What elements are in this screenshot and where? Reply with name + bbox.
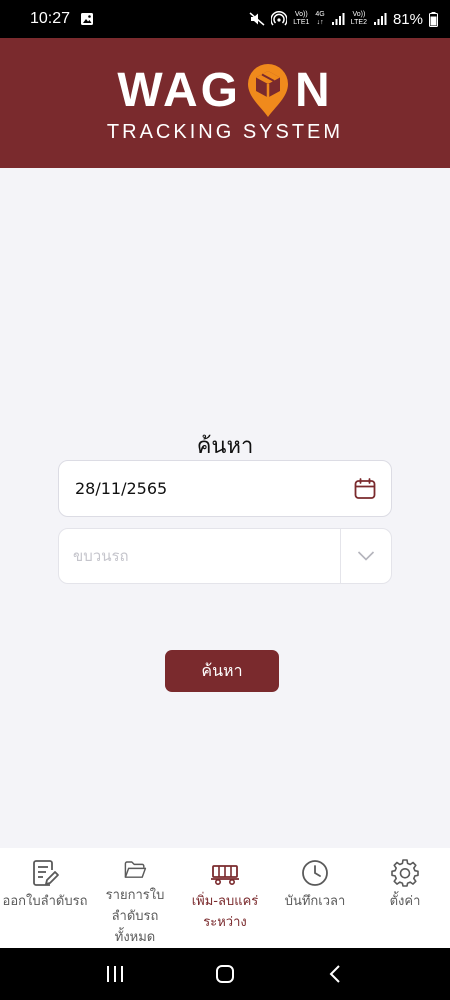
nav-label: ออกใบลำดับรถ: [2, 894, 88, 909]
nav-label-line1: รายการใบ: [105, 888, 165, 903]
nav-label-line3: ทั้งหมด: [114, 930, 156, 945]
date-picker-field[interactable]: 28/11/2565: [58, 460, 392, 517]
nav-label-line2: ระหว่าง: [203, 915, 247, 930]
recent-apps-icon: [107, 966, 123, 982]
nav-item-add-remove-cars[interactable]: เพิ่ม-ลบแคร่ ระหว่าง: [180, 848, 270, 948]
network-type: 4G ↓↑: [315, 11, 325, 26]
volte1-indicator: Vo)) LTE1: [293, 11, 310, 26]
clock-icon: [302, 860, 328, 886]
battery-icon: [429, 11, 438, 27]
gallery-icon: [81, 13, 94, 25]
search-button[interactable]: ค้นหา: [165, 650, 279, 692]
status-time: 10:27: [30, 10, 71, 27]
status-bar: 10:27 Vo)) LTE1 4G ↓↑ Vo)) LTE2 81%: [0, 0, 450, 38]
logo-pin-box-icon: [247, 63, 288, 117]
train-select-placeholder: ขบวนรถ: [73, 547, 129, 565]
nav-label-line1: เพิ่ม-ลบแคร่: [191, 894, 259, 909]
recent-apps-button[interactable]: [95, 954, 135, 994]
home-button[interactable]: [205, 954, 245, 994]
nav-item-record-time[interactable]: บันทึกเวลา: [270, 848, 360, 948]
mute-icon: [249, 12, 265, 26]
edit-document-icon: [33, 860, 59, 886]
battery-percent: 81%: [392, 10, 423, 28]
nav-label-line2: ลำดับรถ: [111, 909, 159, 924]
back-button[interactable]: [315, 954, 355, 994]
nav-item-all-orders[interactable]: รายการใบ ลำดับรถ ทั้งหมด: [90, 848, 180, 948]
logo: WAG N: [117, 63, 332, 119]
system-nav-bar: [0, 948, 450, 1000]
signal2-icon: [373, 13, 387, 25]
bottom-nav: ออกใบลำดับรถ รายการใบ ลำดับรถ ทั้งหมด เพ…: [0, 848, 450, 948]
date-value: 28/11/2565: [75, 479, 168, 498]
logo-text-right: N: [294, 63, 333, 117]
home-icon: [216, 965, 234, 983]
train-car-icon: [211, 865, 239, 885]
nav-item-issue-order[interactable]: ออกใบลำดับรถ: [0, 848, 90, 948]
nav-label: บันทึกเวลา: [284, 894, 346, 909]
logo-subtitle: TRACKING SYSTEM: [106, 120, 344, 143]
hotspot-icon: [271, 11, 288, 26]
signal1-icon: [331, 13, 345, 25]
volte2-indicator: Vo)) LTE2: [350, 11, 367, 26]
chevron-down-icon: [357, 551, 375, 561]
nav-label: ตั้งค่า: [389, 894, 421, 909]
calendar-icon[interactable]: [353, 477, 377, 501]
back-icon: [329, 965, 340, 983]
folder-icon: [124, 861, 147, 878]
select-arrow[interactable]: [341, 529, 391, 583]
train-select[interactable]: ขบวนรถ: [58, 528, 392, 584]
gear-icon: [391, 859, 419, 887]
app-header: WAG N TRACKING SYSTEM: [0, 38, 450, 168]
nav-item-settings[interactable]: ตั้งค่า: [360, 848, 450, 948]
search-title: ค้นหา: [196, 434, 254, 459]
logo-text-left: WAG: [117, 63, 241, 117]
